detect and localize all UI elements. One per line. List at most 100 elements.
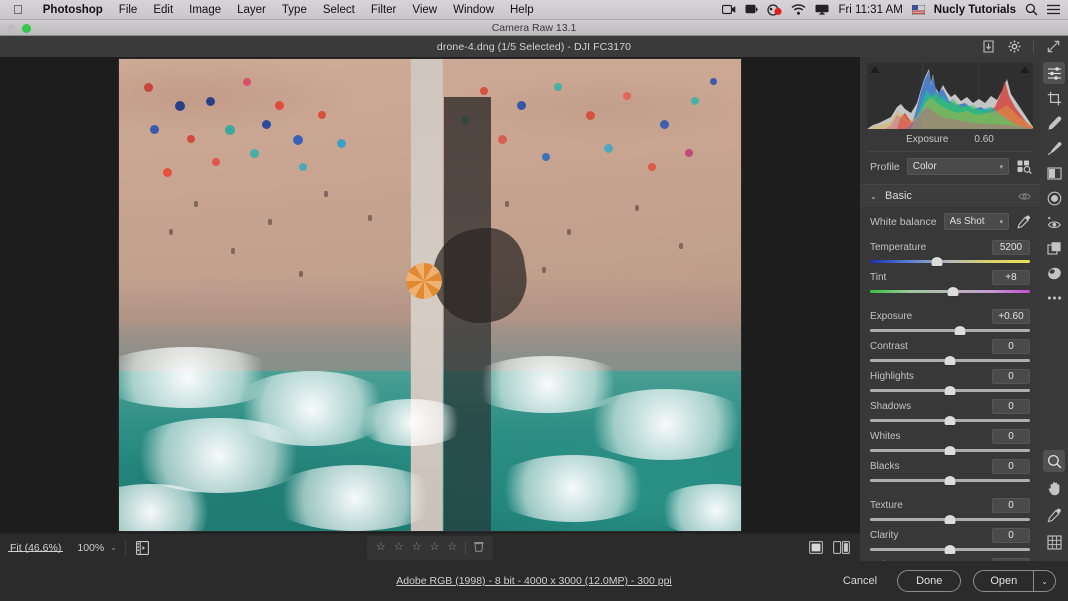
menu-item-layer[interactable]: Layer — [229, 4, 274, 16]
cancel-button[interactable]: Cancel — [835, 571, 885, 591]
histogram-graph[interactable] — [867, 63, 1033, 129]
profile-select[interactable]: Color ▾ — [907, 158, 1009, 175]
clarity-knob[interactable] — [945, 545, 956, 554]
chevron-down-icon[interactable]: ⌄ — [870, 192, 878, 201]
contrast-value[interactable]: 0 — [992, 339, 1030, 354]
done-button[interactable]: Done — [897, 570, 961, 592]
tint-knob[interactable] — [948, 287, 959, 296]
highlights-value[interactable]: 0 — [992, 369, 1030, 384]
star-rating-control[interactable]: ☆ ☆ ☆ ☆ ☆ — [367, 536, 493, 560]
eyedropper-tool-icon[interactable] — [1043, 504, 1065, 526]
crop-icon[interactable] — [1043, 87, 1065, 109]
whites-slider[interactable] — [870, 445, 1030, 456]
blacks-value[interactable]: 0 — [992, 459, 1030, 474]
menu-item-file[interactable]: File — [111, 4, 146, 16]
gradient-icon[interactable] — [1043, 162, 1065, 184]
open-button[interactable]: Open — [974, 571, 1033, 591]
search-icon[interactable] — [1025, 3, 1038, 16]
zoom-percent-value[interactable]: 100% — [71, 542, 108, 554]
single-view-icon[interactable] — [809, 541, 823, 554]
exposure-slider[interactable] — [870, 325, 1030, 336]
menu-item-filter[interactable]: Filter — [363, 4, 405, 16]
temperature-knob[interactable] — [932, 257, 943, 266]
apple-icon[interactable]:  — [0, 3, 35, 16]
blacks-knob[interactable] — [945, 476, 956, 485]
grid-toggle-icon[interactable] — [1043, 531, 1065, 553]
highlights-knob[interactable] — [945, 386, 956, 395]
menu-item-view[interactable]: View — [404, 4, 445, 16]
menu-item-edit[interactable]: Edit — [145, 4, 181, 16]
menu-item-window[interactable]: Window — [445, 4, 502, 16]
white-balance-eyedropper-icon[interactable] — [1016, 214, 1032, 230]
texture-slider[interactable] — [870, 514, 1030, 525]
shadows-slider[interactable] — [870, 415, 1030, 426]
presets-icon[interactable] — [1043, 237, 1065, 259]
clarity-slider[interactable] — [870, 544, 1030, 555]
temperature-value[interactable]: 5200 — [992, 240, 1030, 255]
masking-brush-icon[interactable] — [1043, 137, 1065, 159]
menu-item-help[interactable]: Help — [502, 4, 542, 16]
filmstrip-toggle-icon[interactable] — [126, 541, 159, 555]
blacks-slider[interactable] — [870, 475, 1030, 486]
close-button[interactable] — [7, 24, 16, 33]
edit-sliders-icon[interactable] — [1043, 62, 1065, 84]
screen-record-icon[interactable] — [722, 4, 736, 15]
recording-dot-icon[interactable] — [767, 4, 782, 16]
texture-value[interactable]: 0 — [992, 498, 1030, 513]
basic-section-header[interactable]: ⌄ Basic — [860, 185, 1040, 207]
preferences-gear-icon[interactable] — [1007, 40, 1021, 54]
contrast-slider[interactable] — [870, 355, 1030, 366]
contrast-knob[interactable] — [945, 356, 956, 365]
chevron-down-icon[interactable]: ⌄ — [1034, 571, 1055, 591]
visibility-eye-icon[interactable] — [1018, 192, 1031, 201]
wifi-icon[interactable] — [791, 4, 806, 15]
raw-photo-preview[interactable] — [119, 59, 741, 531]
spot-removal-icon[interactable] — [1043, 112, 1065, 134]
hand-tool-icon[interactable] — [1043, 477, 1065, 499]
tint-value[interactable]: +8 — [992, 270, 1030, 285]
shadow-clipping-icon[interactable] — [870, 66, 880, 73]
temperature-slider[interactable] — [870, 256, 1030, 267]
rating-star-2[interactable]: ☆ — [394, 542, 404, 553]
whites-value[interactable]: 0 — [992, 429, 1030, 444]
reject-flag-icon[interactable] — [474, 539, 484, 557]
control-center-icon[interactable] — [1047, 4, 1060, 15]
zoom-fit-button[interactable]: Fit (46.6%) — [0, 542, 71, 554]
radial-filter-icon[interactable] — [1043, 187, 1065, 209]
exposure-knob[interactable] — [954, 326, 965, 335]
zoom-tool-icon[interactable] — [1043, 450, 1065, 472]
screen-share-icon[interactable] — [745, 4, 758, 15]
fullscreen-icon[interactable] — [1046, 40, 1060, 54]
white-balance-select[interactable]: As Shot ▾ — [944, 213, 1009, 230]
red-eye-icon[interactable] — [1043, 212, 1065, 234]
profile-browser-icon[interactable] — [1016, 159, 1032, 175]
rating-star-4[interactable]: ☆ — [429, 542, 439, 553]
menu-item-select[interactable]: Select — [315, 4, 363, 16]
zoom-button[interactable] — [22, 24, 31, 33]
save-icon[interactable] — [981, 40, 995, 54]
more-options-icon[interactable] — [1043, 287, 1065, 309]
highlights-slider[interactable] — [870, 385, 1030, 396]
snapshots-icon[interactable] — [1043, 262, 1065, 284]
shadows-knob[interactable] — [945, 416, 956, 425]
rating-star-5[interactable]: ☆ — [447, 542, 457, 553]
exposure-value[interactable]: +0.60 — [992, 309, 1030, 324]
rating-star-1[interactable]: ☆ — [376, 542, 386, 553]
menu-app-name[interactable]: Photoshop — [35, 4, 111, 16]
airplay-icon[interactable] — [815, 4, 829, 15]
texture-knob[interactable] — [945, 515, 956, 524]
menu-item-image[interactable]: Image — [181, 4, 229, 16]
menu-item-type[interactable]: Type — [274, 4, 315, 16]
flag-icon[interactable] — [912, 5, 925, 15]
workflow-options-link[interactable]: Adobe RGB (1998) - 8 bit - 4000 x 3000 (… — [396, 575, 672, 587]
whites-knob[interactable] — [945, 446, 956, 455]
chevron-down-icon[interactable]: ⌄ — [108, 543, 125, 552]
highlight-clipping-icon[interactable] — [1020, 66, 1030, 73]
rating-star-3[interactable]: ☆ — [412, 542, 422, 553]
tint-slider[interactable] — [870, 286, 1030, 297]
menubar-user-name[interactable]: Nucly Tutorials — [934, 4, 1016, 16]
clarity-value[interactable]: 0 — [992, 528, 1030, 543]
before-after-view-icon[interactable] — [833, 541, 850, 554]
image-canvas[interactable] — [0, 57, 860, 533]
menubar-clock[interactable]: Fri 11:31 AM — [838, 4, 902, 16]
